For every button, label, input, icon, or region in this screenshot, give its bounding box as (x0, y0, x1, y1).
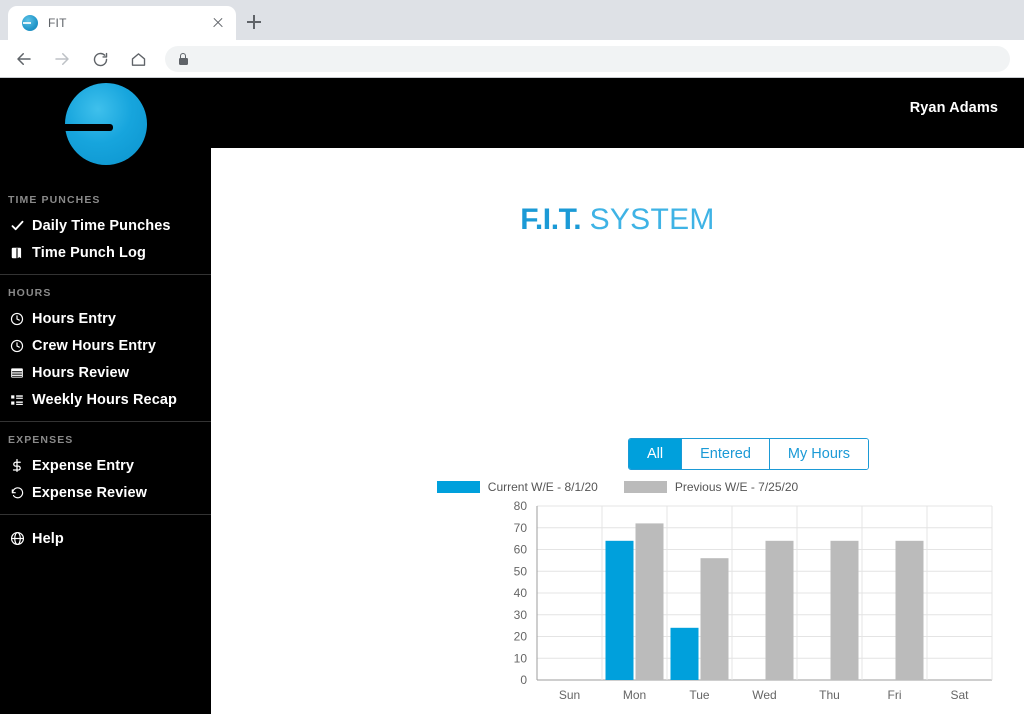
y-axis-tick-label: 70 (514, 521, 528, 535)
y-axis-tick-label: 40 (514, 586, 528, 600)
x-axis-tick-label: Wed (752, 688, 776, 702)
chart-bar[interactable] (700, 558, 729, 680)
legend-label-previous: Previous W/E - 7/25/20 (674, 480, 799, 494)
address-bar[interactable] (165, 46, 1010, 72)
sidebar-item-daily-time-punches[interactable]: Daily Time Punches (0, 212, 211, 239)
sidebar-item-crew-hours-entry[interactable]: Crew Hours Entry (0, 332, 211, 359)
y-axis-tick-label: 50 (514, 564, 528, 578)
list-icon (10, 393, 32, 407)
reload-icon[interactable] (85, 44, 115, 74)
sidebar-heading-time-punches: TIME PUNCHES (8, 194, 101, 206)
tab-entered[interactable]: Entered (682, 439, 770, 469)
sidebar-item-label: Weekly Hours Recap (32, 391, 177, 408)
sidebar-item-label: Help (32, 530, 64, 547)
sidebar-item-label: Daily Time Punches (32, 217, 171, 234)
legend-swatch-current (436, 481, 480, 493)
x-axis-tick-label: Thu (819, 688, 840, 702)
page-title-fit: F.I.T. (520, 203, 582, 236)
fit-logo-icon (22, 15, 38, 31)
clock-icon (10, 339, 32, 353)
main-content: F.I.T. SYSTEM All Entered My Hours Curre… (211, 148, 1024, 714)
browser-chrome: FIT (0, 0, 1024, 78)
table-icon (10, 366, 32, 380)
chart-bar[interactable] (670, 627, 699, 680)
undo-icon (10, 486, 32, 500)
chart-bar[interactable] (895, 540, 924, 680)
forward-arrow-icon[interactable] (47, 44, 77, 74)
x-axis-tick-label: Tue (689, 688, 710, 702)
sidebar-item-time-punch-log[interactable]: Time Punch Log (0, 239, 211, 266)
fit-logo-icon[interactable] (65, 83, 147, 165)
check-icon (10, 218, 32, 233)
close-icon[interactable] (206, 11, 230, 35)
sidebar-item-expense-entry[interactable]: Expense Entry (0, 452, 211, 479)
home-icon[interactable] (123, 44, 153, 74)
sidebar-heading-expenses: EXPENSES (8, 434, 74, 446)
page-title-system: SYSTEM (589, 203, 715, 236)
sidebar-section-help: Help (0, 515, 211, 560)
application-root: Ryan Adams TIME PUNCHES Daily Time Punch… (0, 78, 1024, 714)
sidebar-item-label: Crew Hours Entry (32, 337, 157, 354)
y-axis-tick-label: 80 (514, 500, 528, 513)
x-axis-tick-label: Sat (950, 688, 969, 702)
user-name-label: Ryan Adams (909, 100, 998, 116)
y-axis-tick-label: 60 (514, 543, 528, 557)
sidebar-item-help[interactable]: Help (0, 525, 211, 552)
sidebar: TIME PUNCHES Daily Time Punches Time Pun… (0, 78, 211, 714)
book-icon (10, 246, 32, 260)
sidebar-item-label: Expense Review (32, 484, 148, 501)
sidebar-item-label: Expense Entry (32, 457, 135, 474)
browser-tab[interactable]: FIT (8, 6, 236, 40)
y-axis-tick-label: 30 (514, 608, 528, 622)
plus-icon[interactable] (240, 8, 268, 36)
tab-my-hours[interactable]: My Hours (769, 439, 868, 469)
x-axis-tick-label: Fri (888, 688, 902, 702)
sidebar-item-hours-entry[interactable]: Hours Entry (0, 305, 211, 332)
chart-plot-area: 0 10 20 30 40 50 60 70 80 Sun Mon Tue Wed Thu Fri Sat (514, 500, 993, 702)
y-axis-tick-label: 0 (520, 673, 527, 687)
chart-bar[interactable] (635, 523, 664, 680)
sidebar-item-label: Hours Review (32, 364, 130, 381)
legend-entry-previous[interactable]: Previous W/E - 7/25/20 (623, 480, 799, 494)
x-axis-tick-label: Sun (559, 688, 580, 702)
chart-legend: Current W/E - 8/1/20 Previous W/E - 7/25… (211, 478, 1024, 496)
back-arrow-icon[interactable] (9, 44, 39, 74)
chart-bar[interactable] (605, 540, 634, 680)
legend-swatch-previous (623, 481, 667, 493)
chart-bar[interactable] (765, 540, 794, 680)
sidebar-item-label: Hours Entry (32, 310, 117, 327)
page-title: F.I.T. SYSTEM (211, 203, 1024, 237)
browser-tab-title: FIT (48, 16, 67, 30)
tab-all[interactable]: All (629, 439, 683, 469)
y-axis-tick-label: 10 (514, 651, 528, 665)
weekly-hours-chart: Current W/E - 8/1/20 Previous W/E - 7/25… (211, 478, 1024, 708)
sidebar-section-hours: HOURS Hours Entry Crew Hours Entry Hours… (0, 275, 211, 422)
y-axis-tick-label: 20 (514, 630, 528, 644)
sidebar-heading-hours: HOURS (8, 287, 52, 299)
legend-entry-current[interactable]: Current W/E - 8/1/20 (436, 480, 598, 494)
legend-label-current: Current W/E - 8/1/20 (487, 480, 598, 494)
sidebar-item-label: Time Punch Log (32, 244, 146, 261)
sidebar-item-hours-review[interactable]: Hours Review (0, 359, 211, 386)
browser-toolbar (0, 40, 1024, 78)
hours-filter-tabs: All Entered My Hours (628, 438, 869, 470)
dollar-icon (10, 458, 32, 473)
logo-slot (65, 124, 113, 131)
browser-tab-strip: FIT (0, 0, 1024, 40)
sidebar-item-weekly-hours-recap[interactable]: Weekly Hours Recap (0, 386, 211, 413)
lock-icon (177, 52, 189, 66)
x-axis-tick-label: Mon (623, 688, 646, 702)
sidebar-item-expense-review[interactable]: Expense Review (0, 479, 211, 506)
sidebar-section-time-punches: TIME PUNCHES Daily Time Punches Time Pun… (0, 182, 211, 275)
sidebar-section-expenses: EXPENSES Expense Entry Expense Review (0, 422, 211, 515)
help-icon (10, 531, 32, 546)
clock-icon (10, 312, 32, 326)
chart-bar[interactable] (830, 540, 859, 680)
